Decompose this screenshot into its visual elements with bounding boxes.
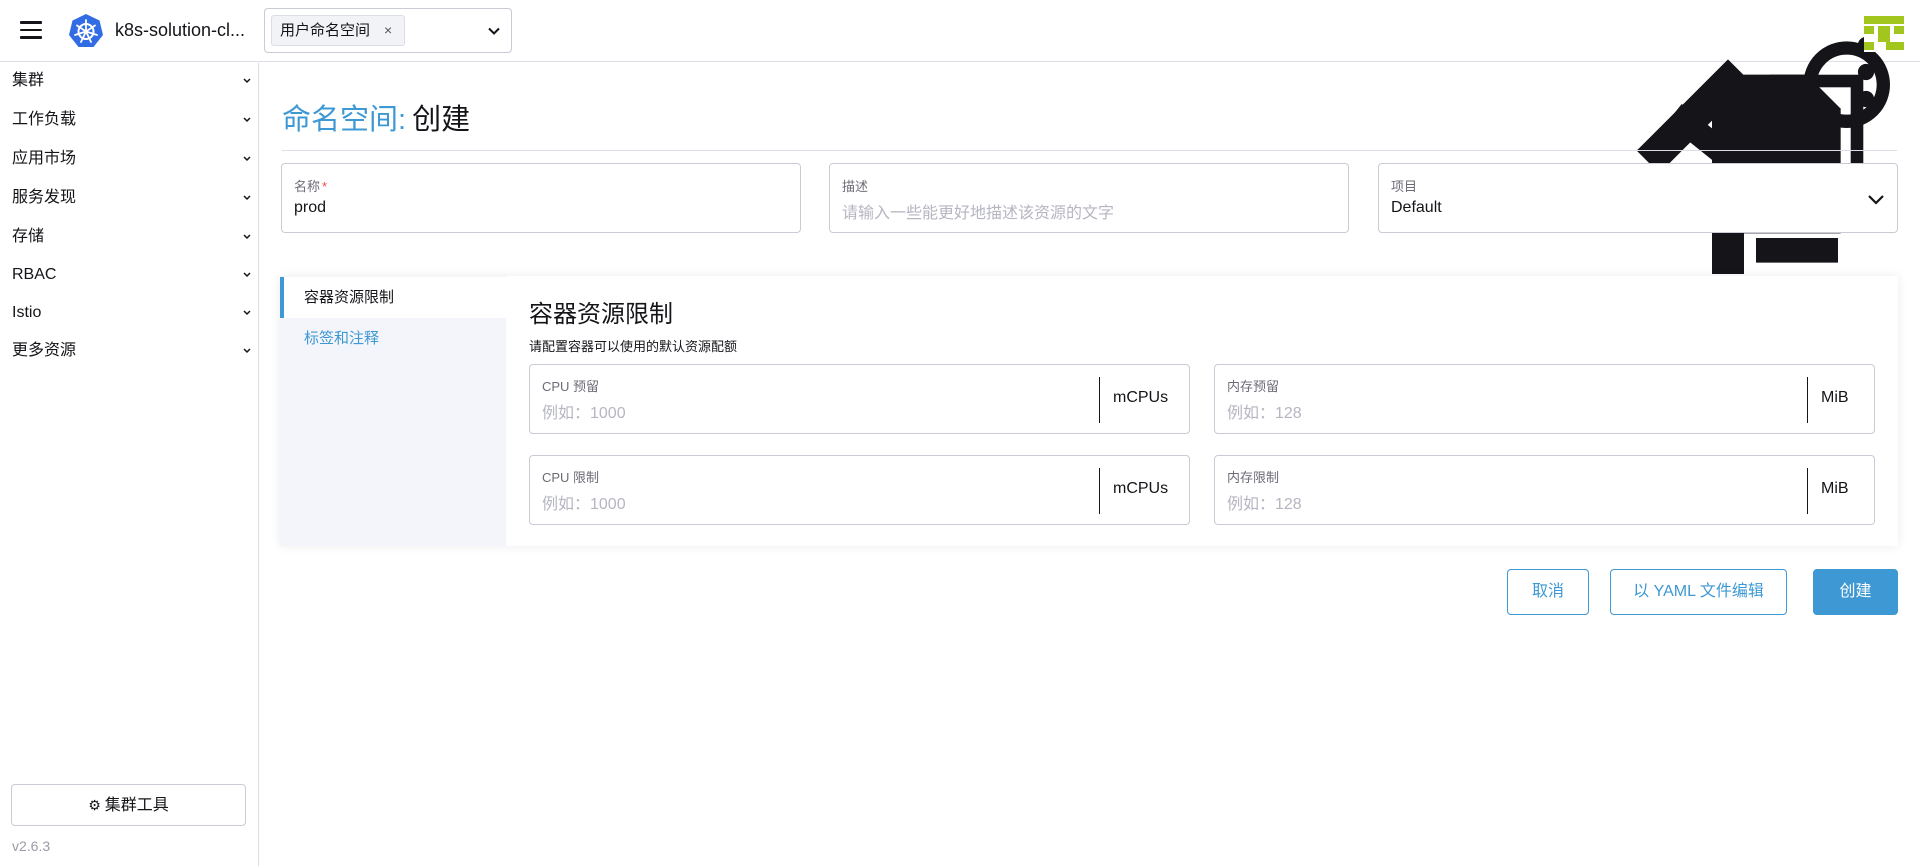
memory-limit-label: 内存限制 — [1227, 470, 1280, 485]
sidebar-group-apps[interactable]: 应用市场 — [12, 144, 252, 174]
cpu-limit-unit: mCPUs — [1113, 480, 1169, 497]
namespace-tag: 用户命名空间 × — [271, 15, 406, 46]
memory-reservation-field[interactable]: 内存预留 例如：128 MiB — [1214, 364, 1875, 434]
cpu-limit-input[interactable]: 例如：1000 — [542, 490, 626, 514]
sidebar-group-label: 存储 — [12, 228, 45, 245]
sidebar-group-label: 应用市场 — [12, 150, 77, 167]
sidebar-group-istio[interactable]: Istio — [12, 298, 252, 328]
kubernetes-logo-icon — [69, 14, 103, 47]
namespace-tag-label: 用户命名空间 — [280, 22, 371, 39]
cpu-limit-field[interactable]: CPU 限制 例如：1000 mCPUs — [529, 455, 1190, 525]
sidebar-group-rbac[interactable]: RBAC — [12, 260, 252, 290]
sidebar-group-storage[interactable]: 存储 — [12, 222, 252, 252]
menu-icon[interactable] — [20, 21, 42, 39]
namespace-filter-select[interactable]: 用户命名空间 × — [264, 8, 512, 53]
chevron-down-icon — [243, 195, 251, 201]
chevron-down-icon — [1868, 195, 1884, 205]
namespace-tag-remove-button[interactable]: × — [384, 22, 392, 38]
sidebar: 集群 工作负载 应用市场 服务发现 存储 RBAC Istio 更多资源 ⚙ 集群… — [0, 63, 259, 866]
description-field-label: 描述 — [842, 179, 869, 194]
memory-limit-unit: MiB — [1821, 480, 1849, 497]
gear-icon: ⚙ — [88, 797, 101, 813]
cpu-reservation-field[interactable]: CPU 预留 例如：1000 mCPUs — [529, 364, 1190, 434]
sidebar-group-more-resources[interactable]: 更多资源 — [12, 336, 252, 366]
description-field[interactable]: 描述 请输入一些能更好地描述该资源的文字 — [829, 163, 1349, 233]
version-label: v2.6.3 — [12, 838, 51, 854]
chevron-down-icon — [243, 117, 251, 123]
page-title-type: 命名空间: — [282, 104, 407, 136]
chevron-down-icon — [243, 272, 251, 278]
memory-reservation-input[interactable]: 例如：128 — [1227, 399, 1302, 423]
name-input[interactable]: prod — [294, 199, 326, 217]
cluster-tools-button[interactable]: ⚙ 集群工具 — [11, 784, 246, 826]
section-subtitle: 请配置容器可以使用的默认资源配额 — [529, 339, 738, 354]
tab-labels-annotations[interactable]: 标签和注释 — [280, 318, 506, 359]
page-title-action: 创建 — [412, 104, 471, 136]
memory-limit-input[interactable]: 例如：128 — [1227, 490, 1302, 514]
sidebar-group-label: Istio — [12, 304, 42, 321]
cpu-reservation-unit: mCPUs — [1113, 389, 1169, 406]
section-title: 容器资源限制 — [529, 301, 673, 328]
cluster-tools-label: 集群工具 — [104, 797, 169, 814]
project-value: Default — [1391, 199, 1442, 216]
cluster-name[interactable]: k8s-solution-cl... — [115, 20, 245, 41]
tab-container-resource-limits[interactable]: 容器资源限制 — [280, 277, 506, 318]
sidebar-group-workload[interactable]: 工作负载 — [12, 105, 252, 135]
project-field-label: 项目 — [1391, 179, 1418, 194]
tab-list: 容器资源限制 标签和注释 — [280, 276, 506, 546]
memory-reservation-unit: MiB — [1821, 389, 1849, 406]
cpu-limit-label: CPU 限制 — [542, 470, 600, 485]
sidebar-group-label: 工作负载 — [12, 111, 77, 128]
sidebar-group-label: 集群 — [12, 72, 45, 89]
memory-reservation-label: 内存预留 — [1227, 379, 1280, 394]
cancel-button[interactable]: 取消 — [1507, 569, 1589, 615]
chevron-down-icon — [488, 27, 500, 35]
sidebar-group-cluster[interactable]: 集群 — [12, 66, 252, 96]
resource-tabs-panel: 容器资源限制 标签和注释 容器资源限制 请配置容器可以使用的默认资源配额 CPU… — [280, 276, 1898, 546]
required-mark: * — [322, 179, 328, 194]
chevron-down-icon — [243, 234, 251, 240]
unit-divider — [1807, 468, 1808, 514]
unit-divider — [1099, 377, 1100, 423]
page-title: 命名空间: 创建 — [282, 96, 470, 138]
cpu-reservation-label: CPU 预留 — [542, 379, 600, 394]
user-avatar[interactable] — [1864, 14, 1904, 52]
edit-as-yaml-button[interactable]: 以 YAML 文件编辑 — [1610, 569, 1787, 615]
create-button[interactable]: 创建 — [1813, 569, 1898, 615]
chevron-down-icon — [243, 348, 251, 354]
chevron-down-icon — [243, 156, 251, 162]
unit-divider — [1807, 377, 1808, 423]
chevron-down-icon — [243, 310, 251, 316]
memory-limit-field[interactable]: 内存限制 例如：128 MiB — [1214, 455, 1875, 525]
sidebar-group-label: 更多资源 — [12, 342, 77, 359]
sidebar-group-service-discovery[interactable]: 服务发现 — [12, 183, 252, 213]
cpu-reservation-input[interactable]: 例如：1000 — [542, 399, 626, 423]
sidebar-group-label: 服务发现 — [12, 189, 77, 206]
name-field[interactable]: 名称 * prod — [281, 163, 801, 233]
project-select[interactable]: 项目 Default — [1378, 163, 1898, 233]
chevron-down-icon — [243, 78, 251, 84]
top-header: k8s-solution-cl... 用户命名空间 × — [0, 0, 1920, 354]
description-input[interactable]: 请输入一些能更好地描述该资源的文字 — [842, 199, 1114, 223]
unit-divider — [1099, 468, 1100, 514]
title-divider — [282, 150, 1897, 151]
sidebar-group-label: RBAC — [12, 266, 57, 283]
name-field-label: 名称 * — [294, 179, 328, 194]
